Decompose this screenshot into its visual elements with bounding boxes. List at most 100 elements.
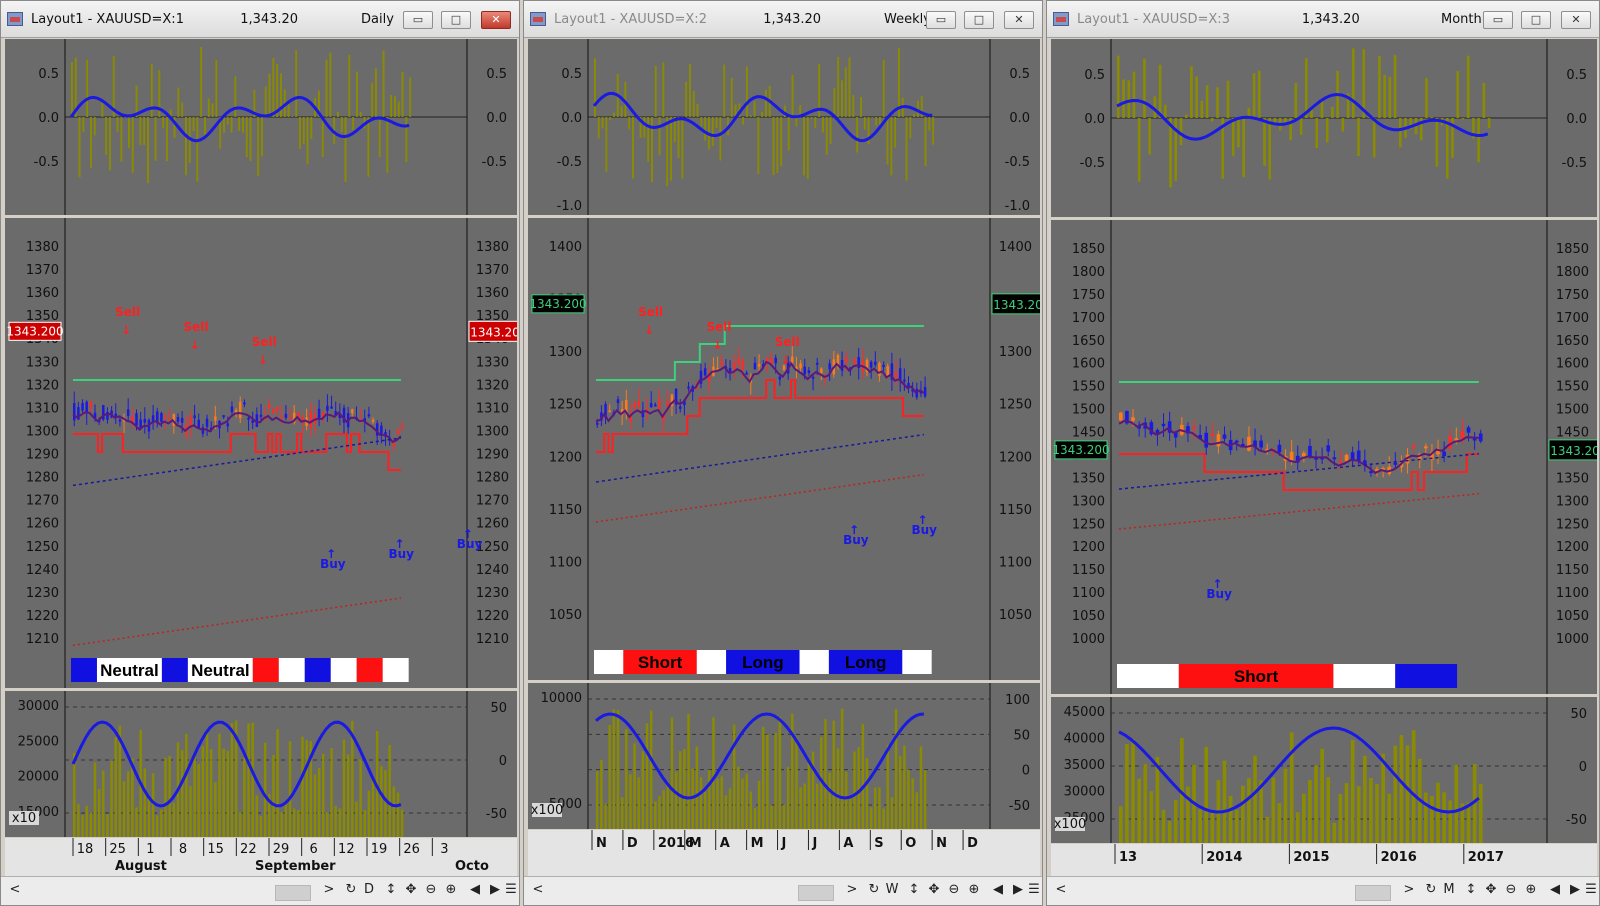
volume-bar bbox=[388, 744, 391, 837]
minimize-button[interactable]: ▭ bbox=[926, 11, 956, 29]
next-bar-button[interactable]: ▶ bbox=[487, 882, 503, 897]
osc-bar bbox=[643, 117, 646, 138]
volume-bar bbox=[1405, 745, 1410, 843]
prev-bar-button[interactable]: ◀ bbox=[990, 882, 1006, 897]
volume-bar bbox=[226, 750, 230, 837]
zoom-in-button[interactable]: ⊕ bbox=[443, 882, 459, 897]
next-bar-button[interactable]: ▶ bbox=[1567, 882, 1583, 897]
volume-bar bbox=[193, 755, 196, 837]
pan-button[interactable]: ✥ bbox=[1483, 882, 1499, 897]
candle bbox=[367, 414, 371, 417]
osc-bar bbox=[753, 101, 756, 117]
chart-window-daily[interactable]: Layout1 - XAUUSD=X:1 1,343.20 Daily ▭ □ ✕ 0.5 0… bbox=[0, 0, 520, 906]
zoom-in-button[interactable]: ⊕ bbox=[1523, 882, 1539, 897]
osc-bar bbox=[359, 111, 362, 117]
price-tick-right: 1450 bbox=[1556, 426, 1589, 441]
trend-dotted-line bbox=[1118, 492, 1479, 530]
candle bbox=[330, 406, 333, 409]
volume-tick-right: -50 bbox=[1566, 813, 1587, 828]
candle bbox=[658, 398, 661, 410]
volume-bar bbox=[201, 746, 205, 837]
volume-bar bbox=[1302, 793, 1306, 843]
title-bar[interactable]: Layout1 - XAUUSD=X:2 1,343.20 Weekly ▭ □ ✕ bbox=[524, 1, 1042, 38]
title-bar[interactable]: Layout1 - XAUUSD=X:1 1,343.20 Daily ▭ □ ✕ bbox=[1, 1, 519, 38]
date-label: 26 bbox=[403, 842, 420, 857]
minimize-button[interactable]: ▭ bbox=[1483, 11, 1513, 29]
volume-panel[interactable]: 10000 5000 x100 100 50 0 -50 bbox=[528, 683, 1040, 829]
maximize-button[interactable]: □ bbox=[441, 11, 471, 29]
scroll-left-button[interactable]: < bbox=[7, 882, 23, 897]
zoom-in-button[interactable]: ⊕ bbox=[966, 882, 982, 897]
price-tick-right: 1290 bbox=[476, 448, 509, 463]
volume-bar bbox=[185, 733, 188, 837]
close-button[interactable]: ✕ bbox=[1004, 11, 1034, 29]
maximize-button[interactable]: □ bbox=[1521, 11, 1551, 29]
price-tick-right: 1370 bbox=[476, 263, 509, 278]
volume-bar bbox=[720, 776, 723, 829]
date-label: 1 bbox=[146, 842, 154, 857]
scroll-right-button[interactable]: > bbox=[321, 882, 337, 897]
date-label: S bbox=[874, 836, 883, 851]
timeframe-button[interactable]: D bbox=[361, 882, 377, 897]
chart-window-weekly[interactable]: Layout1 - XAUUSD=X:2 1,343.20 Weekly ▭ □ ✕ 0.5… bbox=[523, 0, 1043, 906]
title-bar[interactable]: Layout1 - XAUUSD=X:3 1,343.20 Monthly ▭ □ ✕ bbox=[1047, 1, 1599, 38]
scroll-left-button[interactable]: < bbox=[530, 882, 546, 897]
oscillator-panel[interactable]: 0.5 0.5 0.0 0.0 -0.5 -0.5 bbox=[5, 39, 517, 215]
next-bar-button[interactable]: ▶ bbox=[1010, 882, 1026, 897]
candle bbox=[807, 370, 811, 373]
zoom-out-button[interactable]: ⊖ bbox=[1503, 882, 1519, 897]
candle bbox=[778, 376, 782, 380]
candle bbox=[1326, 445, 1331, 452]
prev-bar-button[interactable]: ◀ bbox=[467, 882, 483, 897]
date-label: J bbox=[781, 836, 787, 851]
osc-bar bbox=[86, 59, 89, 117]
scroll-right-button[interactable]: > bbox=[1401, 882, 1417, 897]
price-panel[interactable]: 1400140013501350130013001250125012001200… bbox=[528, 218, 1040, 680]
zoom-out-button[interactable]: ⊖ bbox=[946, 882, 962, 897]
osc-bar bbox=[1242, 118, 1245, 178]
minimize-button[interactable]: ▭ bbox=[403, 11, 433, 29]
settings-button[interactable]: ☰ bbox=[1026, 882, 1042, 897]
menu-icon: ☰ bbox=[505, 882, 517, 897]
price-panel[interactable]: 1380138013701370136013601350135013401340… bbox=[5, 218, 517, 688]
close-button[interactable]: ✕ bbox=[1561, 11, 1591, 29]
vertical-zoom-button[interactable]: ↕ bbox=[383, 882, 399, 897]
scroll-left-button[interactable]: < bbox=[1053, 882, 1069, 897]
price-panel[interactable]: 1850 1850 1800 1800 1750 1750 1700 1700 1650 1650… bbox=[1051, 220, 1597, 694]
volume-bar bbox=[89, 812, 93, 837]
scrollbar-thumb[interactable] bbox=[275, 885, 311, 901]
vertical-zoom-button[interactable]: ↕ bbox=[906, 882, 922, 897]
scrollbar-thumb[interactable] bbox=[1355, 885, 1391, 901]
vertical-zoom-button[interactable]: ↕ bbox=[1463, 882, 1479, 897]
scroll-right-button[interactable]: > bbox=[844, 882, 860, 897]
pan-button[interactable]: ✥ bbox=[926, 882, 942, 897]
maximize-button[interactable]: □ bbox=[964, 11, 994, 29]
timeframe-button[interactable]: M bbox=[1441, 882, 1457, 897]
timeframe-button[interactable]: W bbox=[884, 882, 900, 897]
price-tick-right: 1250 bbox=[999, 398, 1032, 413]
prev-bar-button[interactable]: ◀ bbox=[1547, 882, 1563, 897]
refresh-button[interactable]: ↻ bbox=[866, 882, 882, 897]
refresh-button[interactable]: ↻ bbox=[1423, 882, 1439, 897]
settings-button[interactable]: ☰ bbox=[503, 882, 519, 897]
scrollbar-thumb[interactable] bbox=[798, 885, 834, 901]
arrow-up-icon: ↑ bbox=[394, 537, 404, 551]
price-tick-right: 1600 bbox=[1556, 357, 1589, 372]
pan-button[interactable]: ✥ bbox=[403, 882, 419, 897]
settings-button[interactable]: ☰ bbox=[1583, 882, 1599, 897]
osc-bar bbox=[1137, 118, 1141, 182]
volume-panel[interactable]: 30000250002000015000x10500-50 bbox=[5, 691, 517, 837]
volume-bar bbox=[919, 746, 923, 829]
volume-bar bbox=[716, 778, 719, 829]
chart-window-monthly[interactable]: Layout1 - XAUUSD=X:3 1,343.20 Monthly ▭ □ ✕ 0.… bbox=[1046, 0, 1600, 906]
candle bbox=[633, 402, 636, 408]
refresh-button[interactable]: ↻ bbox=[343, 882, 359, 897]
osc-bar bbox=[1461, 118, 1465, 120]
zoom-out-button[interactable]: ⊖ bbox=[423, 882, 439, 897]
close-button[interactable]: ✕ bbox=[481, 11, 511, 29]
oscillator-panel[interactable]: 0.5 0.5 0.0 0.0 -0.5 -0.5 bbox=[1051, 39, 1597, 217]
oscillator-panel[interactable]: 0.5 0.5 0.0 0.0 -0.5 -0.5 -1.0 -1.0 bbox=[528, 39, 1040, 215]
volume-panel[interactable]: 4500040000350003000025000x100500-50 bbox=[1051, 697, 1597, 843]
osc-bar bbox=[211, 103, 214, 117]
zoom-in-icon: ⊕ bbox=[445, 882, 457, 897]
